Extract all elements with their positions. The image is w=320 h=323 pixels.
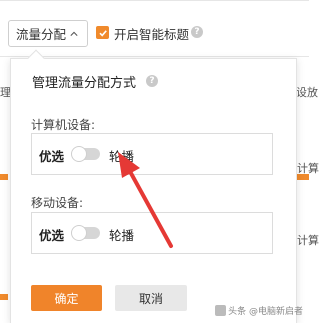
mobile-device-label: 移动设备: xyxy=(31,196,84,210)
background-text: 计算 xyxy=(297,234,319,247)
option-rotate: 轮播 xyxy=(109,228,135,243)
toggle-knob xyxy=(71,225,87,241)
help-icon[interactable]: ? xyxy=(191,26,203,38)
divider xyxy=(0,0,309,1)
toggle-knob xyxy=(71,146,87,162)
option-preferred: 优选 xyxy=(39,228,65,243)
computer-device-option-box: 优选 轮播 xyxy=(31,133,273,175)
smart-title-label[interactable]: 开启智能标题 xyxy=(114,24,189,43)
watermark: 头条 @电脑新启者 xyxy=(215,304,303,317)
chevron-up-icon xyxy=(70,31,78,36)
watermark-text: 头条 @电脑新启者 xyxy=(228,307,303,317)
traffic-allocation-popover xyxy=(10,58,297,323)
option-rotate: 轮播 xyxy=(109,149,135,164)
background-highlight xyxy=(297,174,309,180)
mobile-device-option-box: 优选 轮播 xyxy=(31,212,273,254)
watermark-logo-icon xyxy=(215,305,227,316)
check-icon xyxy=(98,29,107,37)
popover-title: 管理流量分配方式 xyxy=(32,76,137,91)
screen: 理 设放 计算 计算 流量分配 开启智能标题 ? 管理流量分配方式 ? 计算机设… xyxy=(0,0,319,323)
smart-title-checkbox[interactable] xyxy=(96,26,109,39)
cancel-button[interactable]: 取消 xyxy=(115,285,187,311)
divider xyxy=(0,56,309,57)
background-highlight xyxy=(0,294,8,300)
computer-device-toggle[interactable] xyxy=(71,146,100,162)
background-highlight xyxy=(0,174,8,180)
background-text: 设放 xyxy=(296,86,318,99)
computer-device-label: 计算机设备: xyxy=(31,118,96,132)
dropdown-label: 流量分配 xyxy=(16,27,67,42)
mobile-device-toggle[interactable] xyxy=(71,225,100,241)
help-icon[interactable]: ? xyxy=(146,75,158,87)
confirm-button[interactable]: 确定 xyxy=(31,285,102,311)
option-preferred: 优选 xyxy=(39,149,65,164)
traffic-allocation-dropdown[interactable]: 流量分配 xyxy=(8,20,88,47)
